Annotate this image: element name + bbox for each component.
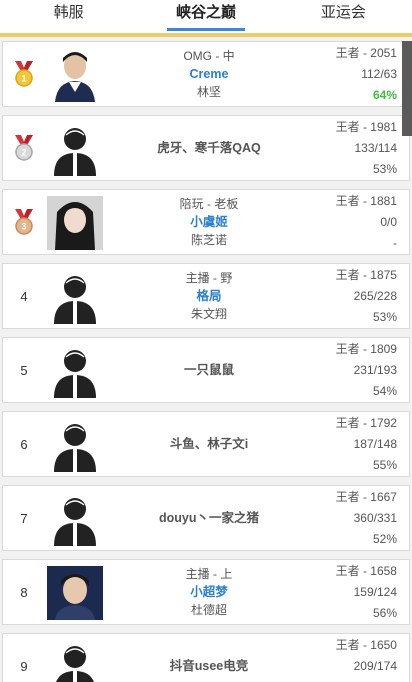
player-info: 陪玩 - 老板小虞姬陈芝诺 xyxy=(115,190,303,254)
player-row[interactable]: 2 虎牙、寒千落QAQ 王者 - 1981 133/114 53% xyxy=(2,115,410,181)
player-info: 虎牙、寒千落QAQ xyxy=(115,116,303,180)
win-rate: 53% xyxy=(372,161,397,176)
tier-score: 王者 - 1875 xyxy=(335,267,397,282)
player-name[interactable]: 小超梦 xyxy=(190,583,228,601)
player-row[interactable]: 1 OMG - 中 Creme 林坚 王者 - 2051 112/63 64% xyxy=(2,41,410,107)
real-name: 陈芝诺 xyxy=(190,233,227,247)
tier-score: 王者 - 1809 xyxy=(335,341,397,356)
win-rate: 53% xyxy=(372,309,397,324)
real-name: 杜德超 xyxy=(190,603,227,617)
avatar[interactable] xyxy=(47,48,103,102)
real-name: 朱文翔 xyxy=(190,307,227,321)
win-loss-record: 231/193 xyxy=(353,362,397,377)
team-role: OMG - 中 xyxy=(183,49,235,63)
win-loss-record: 209/174 xyxy=(353,658,397,673)
avatar[interactable] xyxy=(47,566,103,620)
rank-number: 4 xyxy=(20,288,28,304)
tier-score: 王者 - 1792 xyxy=(335,415,397,430)
player-stats: 王者 - 1809 231/193 54% xyxy=(336,338,397,402)
player-stats: 王者 - 1667 360/331 52% xyxy=(336,486,397,550)
tab-korea-server[interactable]: 韩服 xyxy=(0,0,137,33)
team-role: 主播 - 上 xyxy=(185,567,233,581)
rank-number: 9 xyxy=(20,658,28,674)
player-name[interactable]: 格局 xyxy=(196,287,221,305)
player-row[interactable]: 7 douyu丶一家之猪 王者 - 1667 360/331 52% xyxy=(2,485,410,551)
win-rate: 54% xyxy=(373,677,397,682)
player-stats: 王者 - 1658 159/124 56% xyxy=(336,560,397,624)
win-rate: 54% xyxy=(372,383,397,398)
tab-asian-games[interactable]: 亚运会 xyxy=(275,0,412,33)
player-name[interactable]: 小虞姬 xyxy=(190,213,228,231)
player-name: 虎牙、寒千落QAQ xyxy=(157,141,261,155)
default-avatar-icon[interactable] xyxy=(47,270,103,324)
win-loss-record: 187/148 xyxy=(353,436,397,451)
win-loss-record: 265/228 xyxy=(353,288,397,303)
gold-medal-icon: 1 xyxy=(11,42,37,106)
player-row[interactable]: 6 斗鱼、林子文i 王者 - 1792 187/148 55% xyxy=(2,411,410,477)
player-name: 斗鱼、林子文i xyxy=(169,437,249,451)
tier-score: 王者 - 1667 xyxy=(335,489,397,504)
player-info: 主播 - 上小超梦杜德超 xyxy=(115,560,303,624)
win-rate: 55% xyxy=(372,457,397,472)
player-row[interactable]: 8 主播 - 上小超梦杜德超 王者 - 1658 159/124 56% xyxy=(2,559,410,625)
win-rate: - xyxy=(393,235,397,250)
player-name[interactable]: Creme xyxy=(190,65,229,83)
rank-number: 1 xyxy=(21,74,26,84)
win-loss-record: 112/63 xyxy=(361,66,397,81)
player-name: douyu丶一家之猪 xyxy=(159,511,259,525)
win-rate: 64% xyxy=(372,87,397,102)
tab-peak[interactable]: 峡谷之巅 xyxy=(137,0,274,33)
player-info: 斗鱼、林子文i xyxy=(115,412,303,476)
player-info: 一只鼠鼠 xyxy=(115,338,303,402)
rank-number: 3 xyxy=(21,222,26,232)
scrollbar-thumb[interactable] xyxy=(402,41,412,136)
player-stats: 王者 - 1981 133/114 53% xyxy=(336,116,397,180)
default-avatar-icon[interactable] xyxy=(47,492,103,546)
player-stats: 王者 - 1792 187/148 55% xyxy=(336,412,397,476)
bronze-medal-icon: 3 xyxy=(11,190,37,254)
leaderboard-page: 韩服 峡谷之巅 亚运会 1 OMG - 中 Creme 林坚 王者 - 2051 112/… xyxy=(0,0,412,682)
rank-number: 7 xyxy=(20,510,28,526)
tab-bar: 韩服 峡谷之巅 亚运会 xyxy=(0,0,412,37)
default-avatar-icon[interactable] xyxy=(47,122,103,176)
tier-score: 王者 - 1650 xyxy=(335,637,397,652)
player-name: 抖音usee电竞 xyxy=(169,659,249,673)
win-loss-record: 0/0 xyxy=(380,214,397,229)
team-role: 主播 - 野 xyxy=(185,271,233,285)
default-avatar-icon[interactable] xyxy=(47,344,103,398)
real-name: 林坚 xyxy=(196,85,221,99)
win-rate: 52% xyxy=(372,531,397,546)
player-row[interactable]: 5 一只鼠鼠 王者 - 1809 231/193 54% xyxy=(2,337,410,403)
win-loss-record: 159/124 xyxy=(353,584,397,599)
player-stats: 王者 - 1881 0/0 - xyxy=(336,190,397,254)
player-info: 抖音usee电竞 xyxy=(115,634,303,682)
player-row[interactable]: 4 主播 - 野格局朱文翔 王者 - 1875 265/228 53% xyxy=(2,263,410,329)
tier-score: 王者 - 2051 xyxy=(335,45,397,60)
player-stats: 王者 - 1650 209/174 54% xyxy=(336,634,397,682)
win-loss-record: 360/331 xyxy=(353,510,397,525)
player-info: douyu丶一家之猪 xyxy=(115,486,303,550)
player-stats: 王者 - 1875 265/228 53% xyxy=(336,264,397,328)
team-role: 陪玩 - 老板 xyxy=(179,197,239,211)
default-avatar-icon[interactable] xyxy=(47,640,103,682)
tier-score: 王者 - 1981 xyxy=(335,119,397,134)
win-rate: 56% xyxy=(372,605,397,620)
tier-score: 王者 - 1881 xyxy=(335,193,397,208)
ranking-list: 1 OMG - 中 Creme 林坚 王者 - 2051 112/63 64% 2 虎牙、寒千落… xyxy=(0,41,412,682)
rank-number: 2 xyxy=(21,148,26,158)
player-info: 主播 - 野格局朱文翔 xyxy=(115,264,303,328)
tier-score: 王者 - 1658 xyxy=(335,563,397,578)
player-info: OMG - 中 Creme 林坚 xyxy=(115,42,303,106)
player-row[interactable]: 9 抖音usee电竞 王者 - 1650 209/174 54% xyxy=(2,633,410,682)
silver-medal-icon: 2 xyxy=(11,116,37,180)
win-loss-record: 133/114 xyxy=(354,140,398,155)
default-avatar-icon[interactable] xyxy=(47,418,103,472)
player-row[interactable]: 3 陪玩 - 老板小虞姬陈芝诺 王者 - 1881 0/0 - xyxy=(2,189,410,255)
rank-number: 5 xyxy=(20,362,28,378)
rank-number: 6 xyxy=(20,436,28,452)
rank-number: 8 xyxy=(20,584,28,600)
avatar[interactable] xyxy=(47,196,103,250)
player-stats: 王者 - 2051 112/63 64% xyxy=(336,42,397,106)
player-name: 一只鼠鼠 xyxy=(183,363,234,377)
